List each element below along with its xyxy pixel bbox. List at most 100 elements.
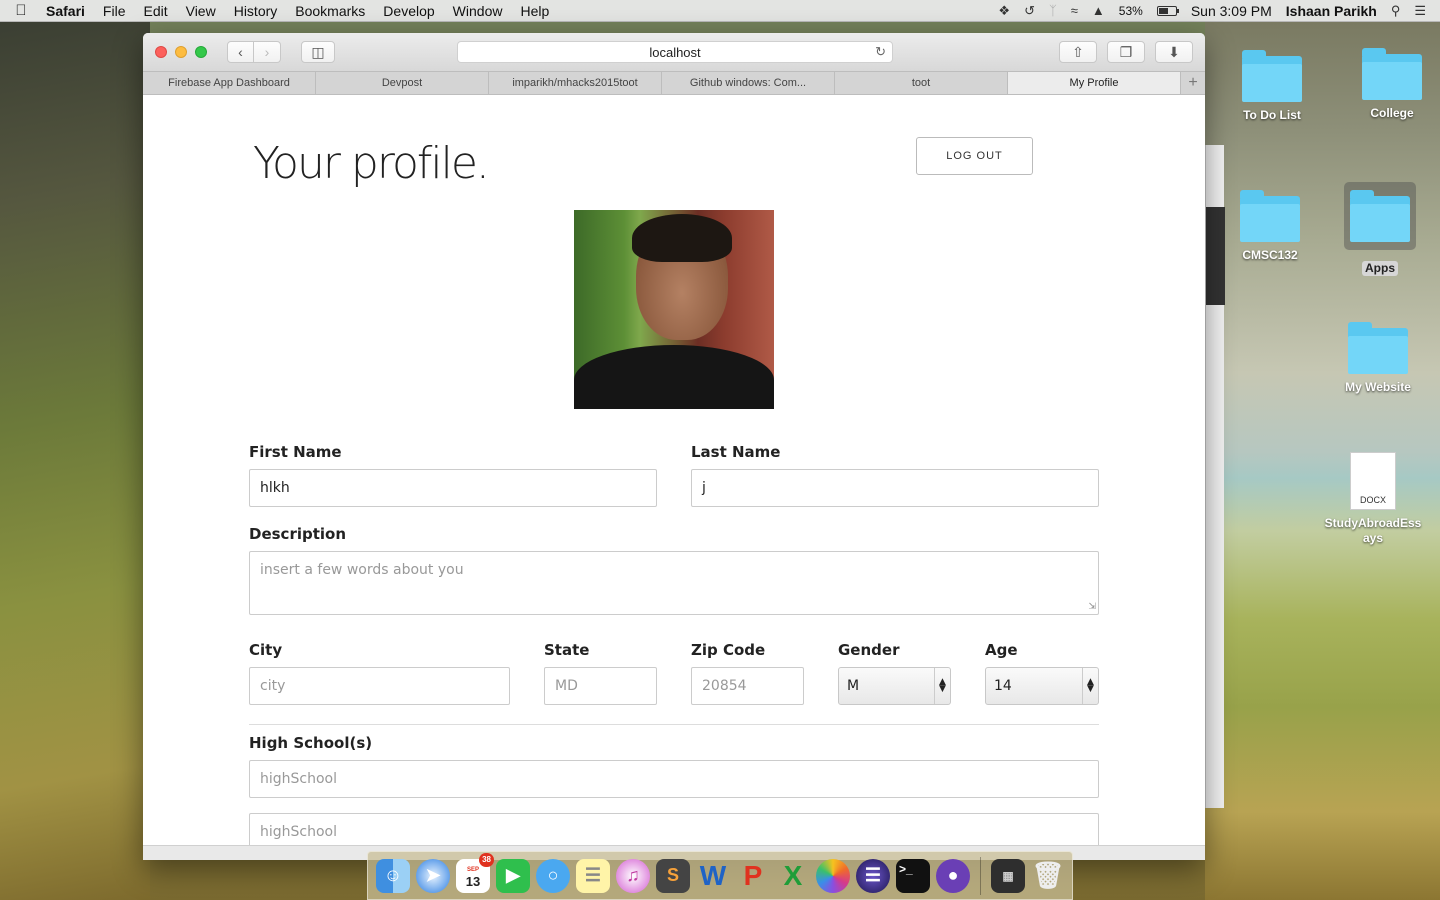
dock-separator [980,856,981,895]
city-input[interactable]: city [249,667,510,705]
gender-label: Gender [838,641,900,659]
github-desktop-icon[interactable]: ● [936,858,970,893]
menu-help[interactable]: Help [511,3,558,19]
docx-file-icon: DOCX [1350,452,1396,510]
time-machine-icon[interactable]: ↺ [1024,3,1035,19]
battery-percent[interactable]: 53% [1119,4,1143,18]
bluetooth-icon[interactable]: ᛉ [1049,3,1057,18]
desktop-file-essays[interactable]: DOCX StudyAbroadEssays [1318,452,1428,547]
resize-grip-icon[interactable]: ⇲ [1088,602,1096,612]
last-name-label: Last Name [691,443,781,461]
sidebar-icon: ◫ [311,43,325,60]
last-name-input[interactable]: j [691,469,1099,507]
zip-code-input[interactable]: 20854 [691,667,804,705]
notification-center-icon[interactable]: ☰ [1414,3,1426,19]
back-button[interactable]: ‹ [227,41,254,63]
menu-view[interactable]: View [177,3,225,19]
facetime-icon[interactable]: ▶ [496,858,530,893]
spotlight-search-icon[interactable]: ⚲ [1391,3,1401,19]
terminal-icon[interactable]: >_ [896,858,930,893]
desktop-icon-label: Apps [1362,261,1398,276]
notes-icon[interactable]: ☰ [576,858,610,893]
dropbox-icon[interactable]: ❖ [998,3,1010,19]
share-button[interactable]: ⇧ [1059,41,1097,63]
age-select[interactable]: 14 ▲ ▼ [985,667,1099,705]
trash-icon[interactable]: 🗑 [1031,859,1065,893]
desktop-folder-college[interactable]: College [1344,46,1440,122]
description-label: Description [249,525,347,543]
high-school-input-2[interactable]: highSchool [249,813,1099,845]
menu-develop[interactable]: Develop [374,3,443,19]
chevron-left-icon: ‹ [238,44,243,60]
city-label: City [249,641,283,659]
page-content: Your profile. LOG OUT First Name Last Na… [143,95,1205,845]
desktop-folder-cmsc132[interactable]: CMSC132 [1222,190,1318,264]
desktop-folder-website[interactable]: My Website [1330,320,1426,396]
minimize-window-button[interactable] [175,46,187,58]
state-label: State [544,641,590,659]
powerpoint-icon[interactable]: P [736,859,770,893]
first-name-input[interactable]: hlkh [249,469,657,507]
tab-firebase[interactable]: Firebase App Dashboard [143,72,316,94]
gender-select[interactable]: M ▲ ▼ [838,667,951,705]
eclipse-icon[interactable]: ☰ [856,858,890,893]
itunes-icon[interactable]: ♫ [616,858,650,893]
log-out-button[interactable]: LOG OUT [916,137,1033,175]
gender-selected-value: M [847,678,860,694]
menu-bookmarks[interactable]: Bookmarks [286,3,374,19]
select-arrows-icon: ▲ ▼ [1082,668,1098,704]
user-name[interactable]: Ishaan Parikh [1286,3,1377,19]
tab-github-repo[interactable]: imparikh/mhacks2015toot [489,72,662,94]
menu-window[interactable]: Window [444,3,512,19]
tab-devpost[interactable]: Devpost [316,72,489,94]
tab-toot[interactable]: toot [835,72,1008,94]
sidebar-toggle-button[interactable]: ◫ [301,41,335,63]
tab-overview-button[interactable]: ❐ [1107,41,1145,63]
calendar-day: 13 [465,873,481,889]
fullscreen-window-button[interactable] [195,46,207,58]
safari-icon[interactable]: ➤ [416,858,450,893]
reload-icon[interactable]: ↻ [875,44,886,60]
address-bar[interactable]: localhost ↻ [457,41,893,63]
word-icon[interactable]: W [696,859,730,893]
apple-menu-icon[interactable]:  [0,2,42,19]
forward-button[interactable]: › [254,41,281,63]
tab-github-windows[interactable]: Github windows: Com... [662,72,835,94]
plus-icon: + [1188,74,1198,91]
battery-icon[interactable] [1156,5,1179,16]
description-textarea[interactable]: insert a few words about you ⇲ [249,551,1099,615]
calendar-icon[interactable]: SEP 13 38 [456,852,494,893]
menu-bar:  Safari File Edit View History Bookmark… [0,0,1440,22]
new-tab-button[interactable]: + [1181,72,1205,94]
folder-icon [1242,50,1302,102]
dock: ☺ ➤ SEP 13 38 ▶ ○ ☰ ♫ S W P X ☰ >_ ● ▦ 🗑 [367,851,1073,900]
close-window-button[interactable] [155,46,167,58]
profile-photo[interactable] [574,210,774,409]
menu-file[interactable]: File [94,3,135,19]
photos-icon[interactable] [816,858,850,893]
state-input[interactable]: MD [544,667,657,705]
menu-history[interactable]: History [225,3,287,19]
high-school-input-1[interactable]: highSchool [249,760,1099,798]
age-selected-value: 14 [994,678,1012,694]
messages-icon[interactable]: ○ [536,858,570,893]
desktop-icon-label: College [1370,106,1414,120]
downloads-stack-icon[interactable]: ▦ [991,858,1025,893]
clock[interactable]: Sun 3:09 PM [1191,3,1272,19]
sublime-text-icon[interactable]: S [656,858,690,893]
finder-icon[interactable]: ☺ [376,858,410,893]
selection-highlight [1344,182,1416,250]
tab-my-profile[interactable]: My Profile [1008,72,1181,94]
downloads-button[interactable]: ⬇ [1155,41,1193,63]
volume-icon[interactable]: ▲ [1092,3,1105,18]
download-icon: ⬇ [1168,43,1180,60]
desktop-folder-todo[interactable]: To Do List [1224,48,1320,124]
chevron-right-icon: › [264,44,270,60]
menu-app-name[interactable]: Safari [42,3,94,19]
menu-edit[interactable]: Edit [134,3,176,19]
desktop-folder-apps[interactable]: Apps [1332,182,1428,277]
toolbar-right-actions: ⇧ ❐ ⬇ [1059,41,1193,63]
desktop-wallpaper-left [0,22,150,900]
wifi-icon[interactable]: ≈ [1071,3,1078,18]
excel-icon[interactable]: X [776,859,810,893]
